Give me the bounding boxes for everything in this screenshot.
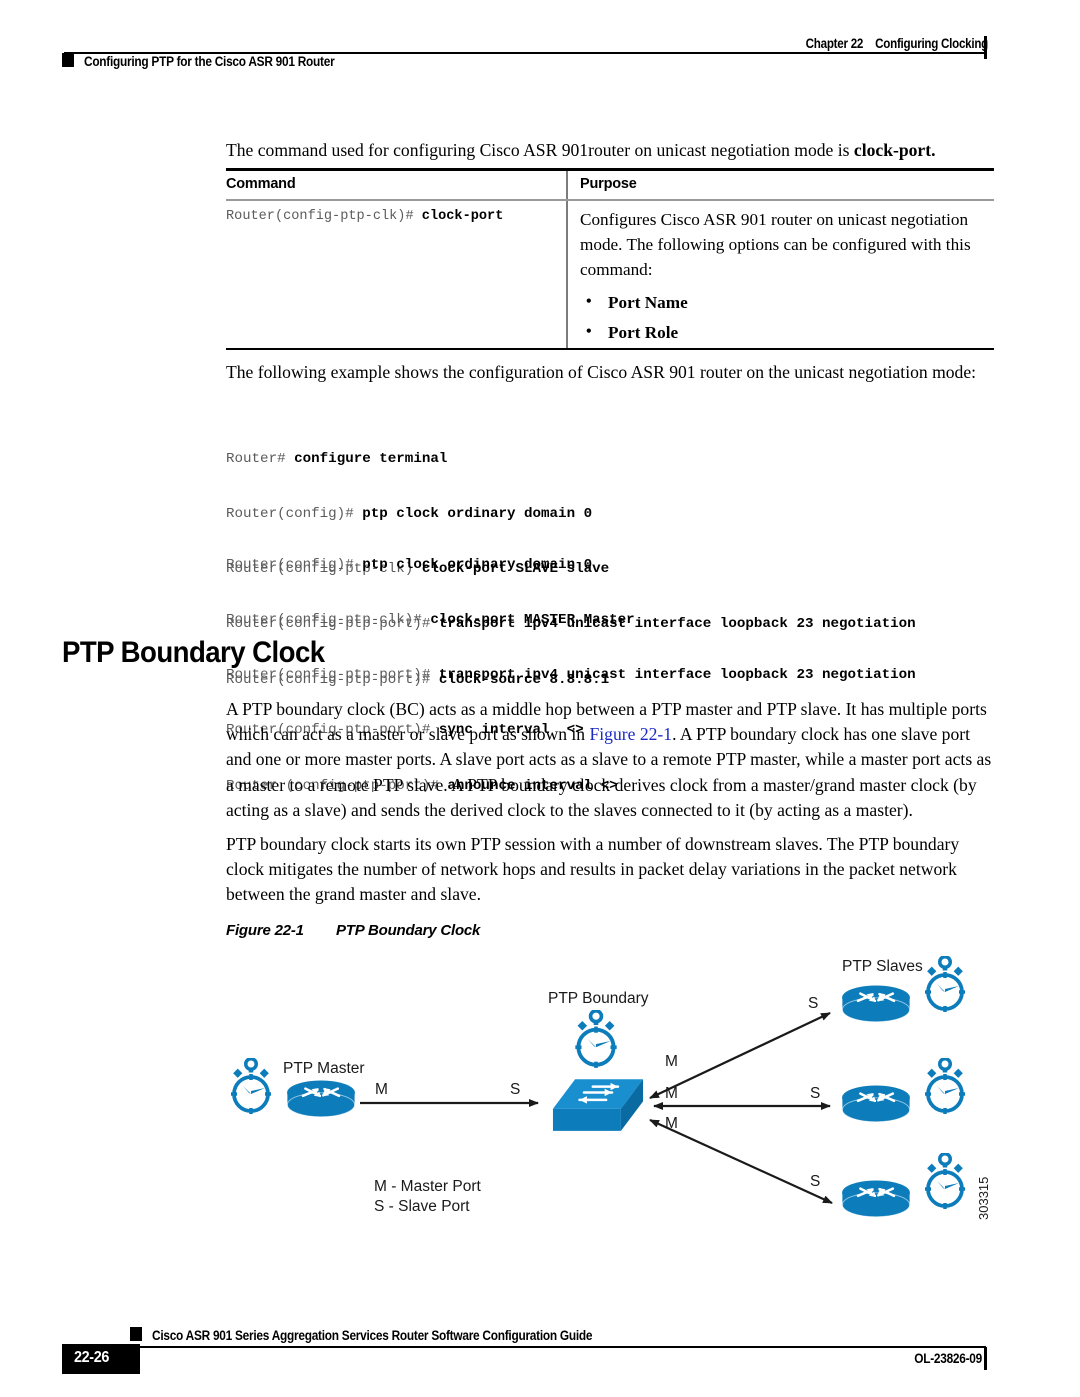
table-header-command: Command	[226, 176, 296, 192]
code-line: Router(config-ptp-port)# transport ipv4 …	[226, 666, 916, 684]
header-edge-tick	[984, 36, 987, 59]
header-chapter-title: Configuring Clocking	[875, 36, 988, 51]
code-command: configure terminal	[294, 450, 448, 467]
ptp-boundary-clock-diagram: PTP Master M S PTP Boundary M S M S M S …	[210, 948, 1010, 1248]
example-intro-container: The following example shows the configur…	[226, 360, 994, 385]
router-icon-slave-bottom	[841, 1179, 911, 1218]
code-command: transport ipv4 unicast interface loopbac…	[438, 667, 916, 684]
stopwatch-icon	[573, 1010, 619, 1070]
command-syntax: Router(config-ptp-clk)# clock-port	[226, 207, 566, 227]
purpose-description: Configures Cisco ASR 901 router on unica…	[580, 209, 971, 279]
example-intro-paragraph: The following example shows the configur…	[226, 362, 977, 382]
list-item: Port Name	[580, 287, 994, 318]
figure-caption-title: PTP Boundary Clock	[336, 922, 481, 939]
label-ptp-boundary: PTP Boundary	[548, 990, 649, 1007]
code-line: Router(config-ptp-clk)# clock-port MASTE…	[226, 611, 916, 629]
header-chapter-number: Chapter 22	[805, 36, 864, 51]
section-paragraph-1: A PTP boundary clock (BC) acts as a midd…	[226, 697, 994, 823]
code-line: Router(config)# ptp clock ordinary domai…	[226, 556, 916, 574]
table-bottom-border	[226, 347, 994, 350]
code-prompt: Router(config)#	[226, 556, 363, 573]
header-chapter-info: Chapter 22 Configuring Clocking	[805, 36, 989, 51]
port-label-boundary-bottom-M: M	[665, 1115, 678, 1132]
stopwatch-icon	[923, 956, 967, 1014]
footer-bullet-marker-icon	[130, 1327, 142, 1341]
page-title: PTP Boundary Clock	[62, 636, 325, 669]
table-cell-command: Router(config-ptp-clk)# clock-port	[226, 207, 566, 348]
command-table: Command Purpose Router(config-ptp-clk)# …	[226, 168, 994, 350]
footer-edge-tick	[984, 1347, 987, 1370]
section-paragraph-2: PTP boundary clock starts its own PTP se…	[226, 834, 960, 905]
router-icon-slave-mid	[841, 1084, 911, 1123]
table-row: Router(config-ptp-clk)# clock-port Confi…	[226, 200, 994, 348]
table-header-purpose: Purpose	[580, 176, 637, 192]
code-prompt: Router#	[226, 450, 295, 467]
list-item: Port Role	[580, 317, 994, 348]
footer-guide-title: Cisco ASR 901 Series Aggregation Service…	[152, 1328, 593, 1343]
command-prompt: Router(config-ptp-clk)#	[226, 208, 422, 224]
port-label-master-M: M	[375, 1081, 388, 1098]
legend-slave-port: S - Slave Port	[374, 1198, 470, 1215]
legend-master-port: M - Master Port	[374, 1178, 481, 1195]
label-ptp-slaves: PTP Slaves	[842, 958, 923, 975]
stopwatch-icon	[923, 1058, 967, 1116]
code-command: clock-port MASTER Master	[430, 612, 635, 629]
switch-icon-boundary	[551, 1077, 645, 1133]
port-label-slave-top-S: S	[808, 995, 818, 1012]
page-footer: Cisco ASR 901 Series Aggregation Service…	[0, 1300, 1080, 1380]
port-label-boundary-mid-M: M	[665, 1085, 678, 1102]
section-paragraph-2-container: PTP boundary clock starts its own PTP se…	[226, 832, 994, 908]
header-running-title: Configuring PTP for the Cisco ASR 901 Ro…	[84, 54, 335, 69]
intro-text: The command used for configuring Cisco A…	[226, 140, 854, 160]
figure-cross-reference-link[interactable]: Figure 22-1	[590, 724, 673, 744]
section-paragraph-1-container: A PTP boundary clock (BC) acts as a midd…	[226, 697, 994, 823]
purpose-option-list: Port Name Port Role	[580, 287, 994, 348]
command-keyword: clock-port	[421, 208, 504, 224]
table-cell-purpose: Configures Cisco ASR 901 router on unica…	[566, 207, 994, 348]
router-icon-slave-top	[841, 984, 911, 1023]
stopwatch-icon	[923, 1153, 967, 1211]
header-bullet-marker-icon	[62, 53, 74, 67]
port-label-boundary-S: S	[510, 1081, 520, 1098]
router-icon-master	[286, 1079, 356, 1118]
label-ptp-master: PTP Master	[283, 1060, 365, 1077]
figure-artwork-id: 303315	[976, 1177, 991, 1220]
intro-command-name: clock-port.	[853, 140, 936, 160]
intro-paragraph: The command used for configuring Cisco A…	[226, 138, 994, 163]
figure-caption: Figure 22-1 PTP Boundary Clock	[226, 922, 480, 939]
page-header: Chapter 22 Configuring Clocking Configuri…	[0, 0, 1080, 86]
code-prompt: Router(config-ptp-clk)#	[226, 612, 431, 629]
table-header-row: Command Purpose	[226, 171, 994, 199]
footer-page-number: 22-26	[74, 1349, 110, 1366]
port-label-slave-mid-S: S	[810, 1085, 820, 1102]
code-line: Router# configure terminal	[226, 450, 916, 468]
port-label-slave-bottom-S: S	[810, 1173, 820, 1190]
stopwatch-icon	[229, 1058, 273, 1116]
code-command: ptp clock ordinary domain 0	[362, 556, 593, 573]
intro-paragraph-container: The command used for configuring Cisco A…	[226, 138, 994, 163]
footer-document-id: OL-23826-09	[914, 1351, 982, 1366]
figure-caption-number: Figure 22-1	[226, 922, 304, 939]
port-label-boundary-top-M: M	[665, 1053, 678, 1070]
footer-rule	[94, 1346, 986, 1348]
